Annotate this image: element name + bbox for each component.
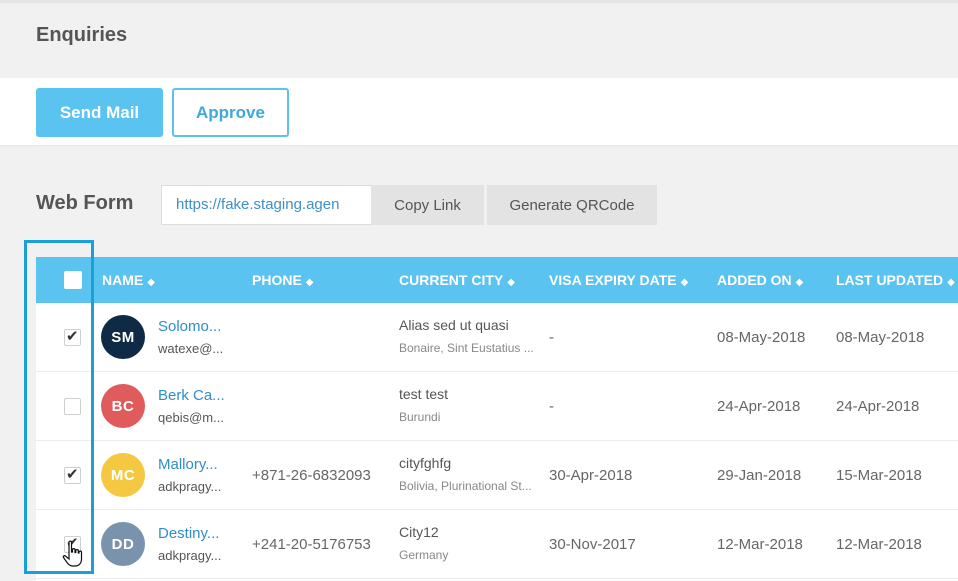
- enquiry-name-link[interactable]: Berk Ca...: [158, 387, 225, 404]
- country-cell: Bolivia, Plurinational St...: [399, 479, 532, 493]
- city-cell: Alias sed ut quasi: [399, 317, 509, 333]
- page-title: Enquiries: [36, 24, 128, 46]
- sort-icon: ◆: [795, 277, 804, 288]
- avatar: SM: [101, 315, 145, 359]
- table-header: NAME ◆ PHONE ◆ CURRENT CITY ◆ VISA EXPIRY D…: [36, 257, 958, 303]
- last-updated-cell: 12-Mar-2018: [836, 536, 922, 553]
- city-cell: cityfghfg: [399, 455, 452, 471]
- enquiries-table: NAME ◆ PHONE ◆ CURRENT CITY ◆ VISA EXPIRY D…: [36, 257, 958, 581]
- hand-cursor-icon: [62, 540, 83, 567]
- sort-icon: ◆: [147, 277, 155, 288]
- enquiry-email: adkpragy...: [158, 548, 222, 563]
- column-header-added-on[interactable]: ADDED ON ◆: [717, 257, 803, 303]
- visa-expiry-cell: -: [549, 398, 554, 415]
- generate-qrcode-button[interactable]: Generate QRCode: [487, 185, 657, 225]
- column-header-current-city[interactable]: CURRENT CITY ◆: [399, 257, 515, 303]
- enquiry-email: watexe@...: [158, 341, 224, 356]
- column-header-label: VISA EXPIRY DATE: [549, 272, 677, 288]
- sort-icon: ◆: [305, 277, 314, 288]
- column-header-phone[interactable]: PHONE ◆: [252, 257, 314, 303]
- send-mail-button[interactable]: Send Mail: [36, 88, 163, 137]
- country-cell: Germany: [399, 548, 449, 562]
- column-header-label: CURRENT CITY: [399, 272, 504, 288]
- table-row[interactable]: DD Destiny... adkpragy... +241-20-5176753 Ci…: [36, 510, 958, 579]
- enquiry-email: adkpragy...: [158, 479, 222, 494]
- phone-cell: +241-20-5176753: [252, 536, 371, 553]
- table-row[interactable]: SM Solomo... watexe@... Alias sed ut quasi B…: [36, 303, 958, 372]
- city-cell: City12: [399, 524, 439, 540]
- sort-icon: ◆: [507, 277, 515, 288]
- approve-button[interactable]: Approve: [172, 88, 289, 137]
- visa-expiry-cell: 30-Apr-2018: [549, 467, 633, 484]
- table-row[interactable]: MC Mallory... adkpragy... +871-26-6832093 ci…: [36, 441, 958, 510]
- avatar: DD: [101, 522, 145, 566]
- added-on-cell: 12-Mar-2018: [717, 536, 803, 553]
- web-form-label: Web Form: [36, 192, 134, 214]
- last-updated-cell: 08-May-2018: [836, 329, 925, 346]
- avatar: BC: [101, 384, 145, 428]
- column-header-last-updated[interactable]: LAST UPDATED ◆: [836, 257, 955, 303]
- enquiry-email: qebis@m...: [158, 410, 224, 425]
- enquiry-name-link[interactable]: Destiny...: [158, 525, 219, 542]
- enquiry-name-link[interactable]: Mallory...: [158, 456, 218, 473]
- sort-icon: ◆: [680, 277, 689, 288]
- top-divider: [0, 0, 958, 3]
- country-cell: Bonaire, Sint Eustatius ...: [399, 341, 534, 355]
- city-cell: test test: [399, 386, 449, 402]
- added-on-cell: 24-Apr-2018: [717, 398, 801, 415]
- copy-link-button[interactable]: Copy Link: [371, 185, 484, 225]
- added-on-cell: 29-Jan-2018: [717, 467, 802, 484]
- visa-expiry-cell: -: [549, 329, 554, 346]
- added-on-cell: 08-May-2018: [717, 329, 806, 346]
- last-updated-cell: 15-Mar-2018: [836, 467, 922, 484]
- column-header-label: PHONE: [252, 272, 302, 288]
- checkbox-column-highlight: [24, 240, 94, 574]
- table-row[interactable]: BC Berk Ca... qebis@m... test test Burundi - 2…: [36, 372, 958, 441]
- column-header-label: LAST UPDATED: [836, 272, 944, 288]
- web-form-link-field[interactable]: https://fake.staging.agen: [161, 185, 371, 225]
- avatar: MC: [101, 453, 145, 497]
- column-header-name[interactable]: NAME ◆: [102, 257, 155, 303]
- enquiry-name-link[interactable]: Solomo...: [158, 318, 221, 335]
- phone-cell: +871-26-6832093: [252, 467, 371, 484]
- column-header-label: ADDED ON: [717, 272, 792, 288]
- column-header-visa-expiry[interactable]: VISA EXPIRY DATE ◆: [549, 257, 688, 303]
- country-cell: Burundi: [399, 410, 441, 424]
- sort-icon: ◆: [947, 277, 955, 288]
- column-header-label: NAME: [102, 272, 144, 288]
- action-bar: Send Mail Approve: [0, 78, 958, 146]
- last-updated-cell: 24-Apr-2018: [836, 398, 920, 415]
- visa-expiry-cell: 30-Nov-2017: [549, 536, 636, 553]
